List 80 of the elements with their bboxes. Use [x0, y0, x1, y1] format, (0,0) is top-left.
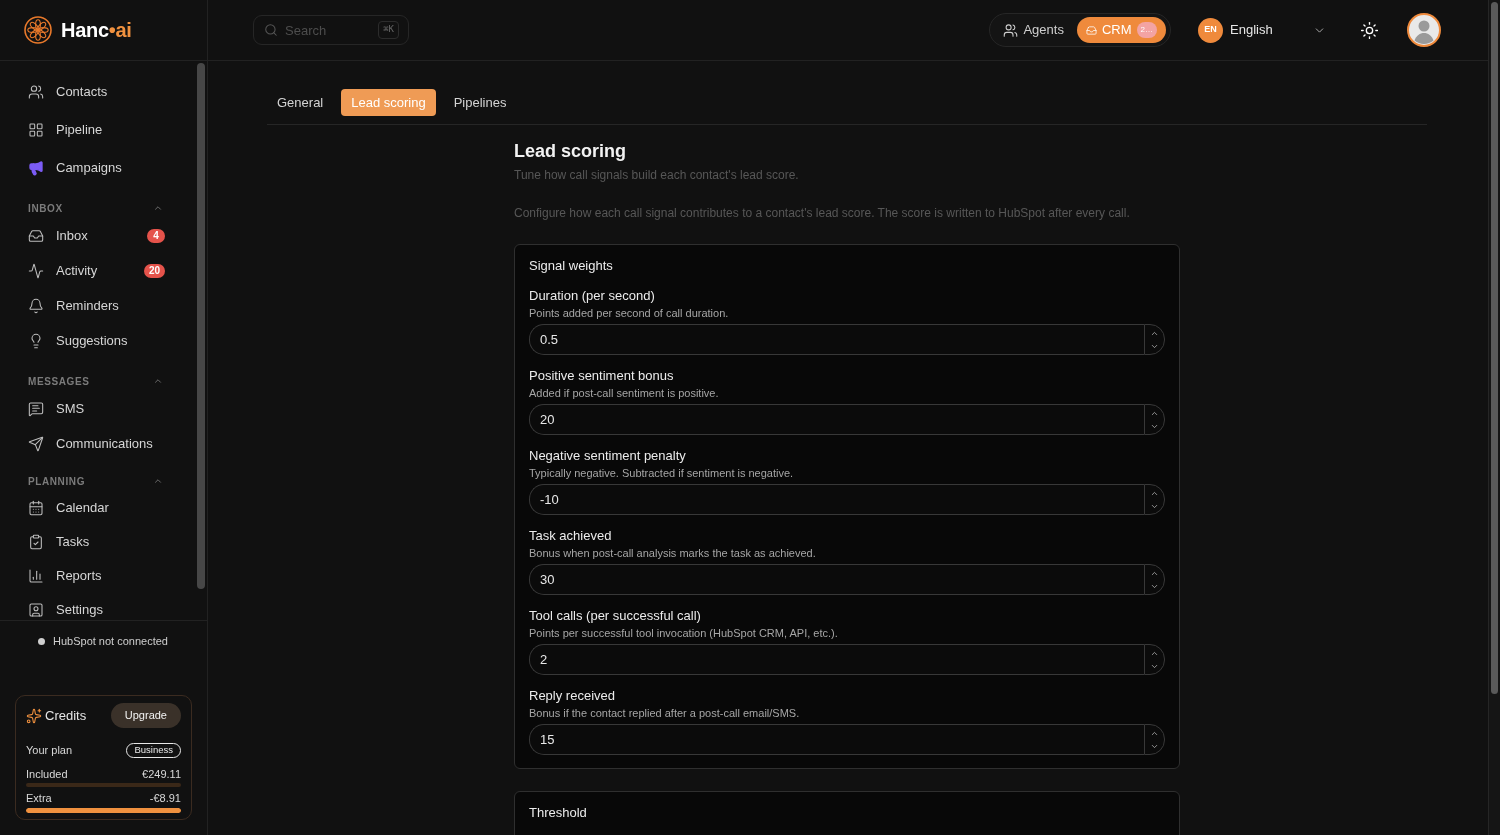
- users-icon: [1003, 22, 1019, 38]
- number-input[interactable]: 20: [529, 404, 1144, 435]
- scrollbar-thumb[interactable]: [197, 63, 205, 589]
- usage-label: Extra: [26, 791, 52, 805]
- usage-amount: €249.11: [142, 767, 181, 781]
- card-title: Threshold: [529, 804, 588, 822]
- chevron-up-icon[interactable]: [153, 376, 163, 386]
- section-heading: MESSAGES: [28, 374, 90, 389]
- sidebar-item[interactable]: Settings: [0, 593, 207, 620]
- sidebar-item[interactable]: Reports: [0, 559, 207, 593]
- page-description: Configure how each call signal contributes to a contact's lead score. The score is written to HubSpot after every call.: [514, 205, 1131, 221]
- sidebar-item[interactable]: Calendar: [0, 491, 207, 525]
- usage-label: Included: [26, 767, 68, 781]
- language-select[interactable]: EN English: [1198, 17, 1326, 43]
- plan-label: Your plan: [26, 743, 73, 759]
- section-heading: INBOX: [28, 201, 63, 216]
- clipboard-check-icon: [28, 534, 44, 550]
- bell-icon: [28, 297, 44, 314]
- tab[interactable]: Pipelines: [443, 89, 517, 116]
- field-hint: Points per successful tool invocation (HubSpot CRM, API, etc.).: [529, 626, 839, 640]
- sidebar-item[interactable]: Campaigns: [0, 149, 207, 187]
- connection-status: HubSpot not connected: [53, 634, 168, 648]
- bar-chart-icon: [28, 568, 44, 584]
- credits-title: Credits: [45, 706, 87, 725]
- sidebar-item[interactable]: Communications: [0, 426, 207, 461]
- pulse-icon: [28, 262, 44, 279]
- field-label: Tool calls (per successful call): [529, 607, 702, 625]
- chevron-up-icon[interactable]: [153, 476, 163, 486]
- sparkle-icon: [26, 707, 42, 724]
- inbox-icon: [1085, 24, 1097, 36]
- calendar-icon: [28, 500, 44, 516]
- page-subtitle: Tune how call signals build each contact's lead score.: [514, 167, 800, 183]
- sidebar-item[interactable]: Suggestions: [0, 323, 207, 358]
- page-title: Lead scoring: [514, 140, 628, 163]
- logo-text: Hanc•ai: [61, 18, 132, 43]
- field-label: Negative sentiment penalty: [529, 447, 687, 465]
- field-hint: Added if post-call sentiment is positive.: [529, 386, 720, 400]
- lightbulb-icon: [28, 332, 44, 349]
- field-label: Duration (per second): [529, 287, 656, 305]
- avatar-icon[interactable]: [1407, 13, 1441, 47]
- number-input[interactable]: 30: [529, 564, 1144, 595]
- sidebar-item[interactable]: Pipeline: [0, 111, 207, 149]
- sidebar-item[interactable]: Reminders: [0, 288, 207, 323]
- usage-amount: -€8.91: [149, 791, 181, 805]
- field-hint: Bonus when post-call analysis marks the task as achieved.: [529, 546, 817, 560]
- users-icon: [28, 84, 44, 100]
- user-square-icon: [28, 602, 44, 618]
- shortcut-key: ⌘K: [378, 21, 399, 39]
- sidebar-item[interactable]: SMS: [0, 391, 207, 426]
- number-input[interactable]: 2: [529, 644, 1144, 675]
- inbox-icon: [28, 227, 44, 244]
- number-input[interactable]: -10: [529, 484, 1144, 515]
- chat-icon: [28, 400, 44, 417]
- field-hint: Bonus if the contact replied after a post-call email/SMS.: [529, 706, 801, 720]
- sun-icon[interactable]: [1360, 20, 1379, 40]
- send-icon: [28, 435, 44, 452]
- field-hint: Typically negative. Subtracted if sentiment is negative.: [529, 466, 795, 480]
- card-title: Signal weights: [529, 257, 614, 275]
- logo-icon: [24, 16, 52, 44]
- field-label: Reply received: [529, 687, 616, 705]
- number-input[interactable]: 0.5: [529, 324, 1144, 355]
- count-badge: 4: [147, 228, 165, 243]
- search-input[interactable]: Search: [285, 20, 372, 40]
- field-label: Task achieved: [529, 527, 613, 545]
- grid-icon: [28, 122, 44, 138]
- count-badge: 2…: [1136, 22, 1157, 38]
- sidebar-item[interactable]: Contacts: [0, 73, 207, 111]
- number-input[interactable]: 15: [529, 724, 1144, 755]
- sidebar-item[interactable]: Tasks: [0, 525, 207, 559]
- language-code-badge: EN: [1198, 17, 1223, 43]
- count-badge: 20: [143, 263, 165, 278]
- field-hint: Points added per second of call duration.: [529, 306, 730, 320]
- chevron-up-icon[interactable]: [153, 203, 163, 213]
- upgrade-button[interactable]: Upgrade: [110, 703, 181, 728]
- scrollbar-thumb[interactable]: [1491, 2, 1498, 694]
- field-label: Positive sentiment bonus: [529, 367, 675, 385]
- section-heading: PLANNING: [28, 474, 86, 489]
- view-toggle[interactable]: Agents: [994, 17, 1073, 43]
- tab[interactable]: General: [267, 89, 334, 116]
- search-icon: [264, 23, 278, 37]
